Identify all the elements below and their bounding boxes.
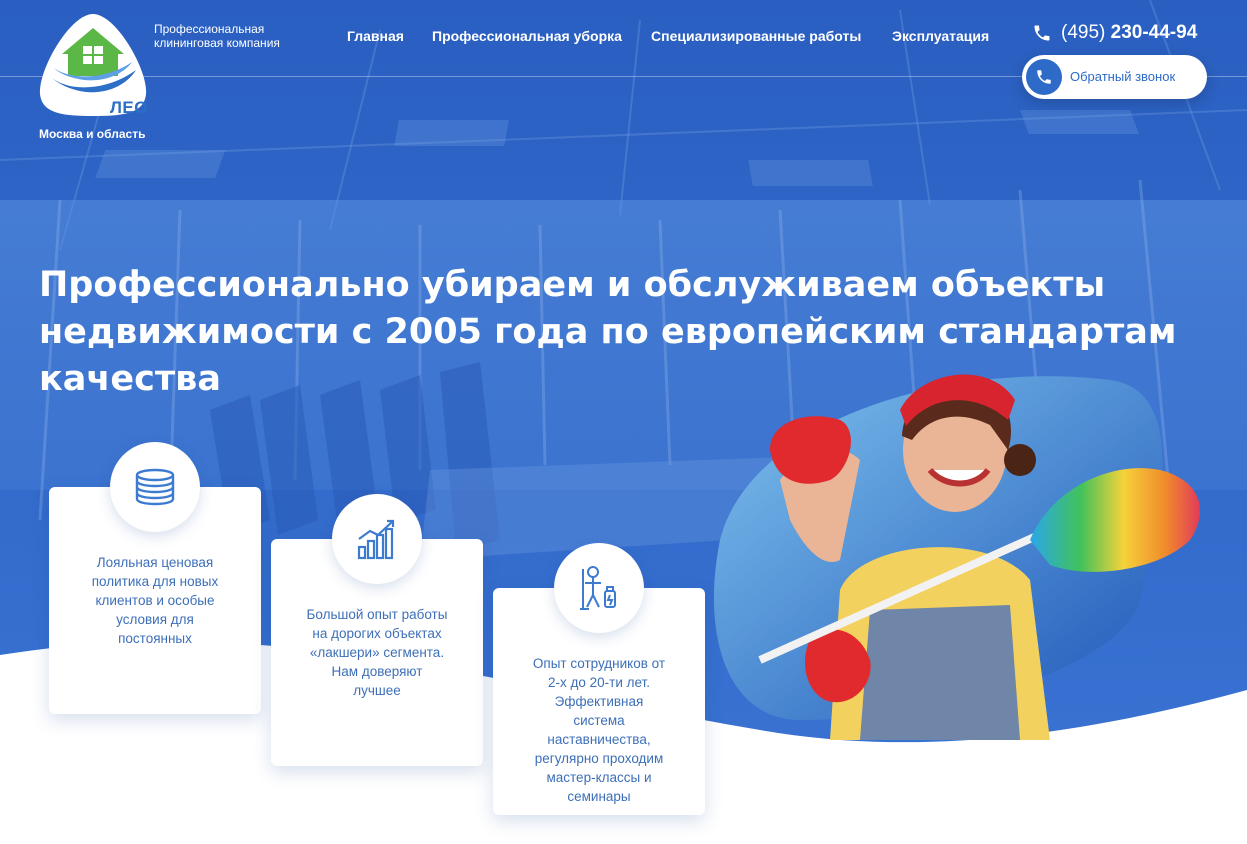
nav-item-specialized-works[interactable]: Специализированные работы xyxy=(651,28,861,44)
feature-card-text: Опыт сотрудников от 2-х до 20-ти лет. Эф… xyxy=(509,654,689,806)
feature-line: клиентов и особые xyxy=(95,593,215,608)
feature-line: условия для xyxy=(116,612,194,627)
headline-bold: Профессионально убираем и обслуживаем xyxy=(39,265,919,305)
company-tagline: Профессиональная клининговая компания xyxy=(154,22,324,50)
callback-phone-icon xyxy=(1026,59,1062,95)
feature-line: Эффективная xyxy=(554,694,644,709)
feature-card-text: Лояльная ценовая политика для новых клие… xyxy=(65,553,245,648)
nav-item-professional-cleaning[interactable]: Профессиональная уборка xyxy=(432,28,622,44)
feature-line: Опыт сотрудников от xyxy=(532,656,666,671)
growth-chart-icon xyxy=(357,519,395,560)
feature-line: политика для новых xyxy=(91,574,219,589)
phone-code: (495) xyxy=(1061,22,1106,43)
region-label: Москва и область xyxy=(39,127,146,141)
feature-line: на дорогих объектах xyxy=(312,626,442,641)
cleaner-icon xyxy=(580,566,616,610)
callback-button[interactable]: Обратный звонок xyxy=(1022,55,1207,99)
feature-line: семинары xyxy=(567,789,631,804)
feature-line: лучшее xyxy=(353,683,401,698)
phone-number: 230-44-94 xyxy=(1110,22,1198,43)
logo-name: ЛЕО xyxy=(110,98,148,117)
nav-item-home[interactable]: Главная xyxy=(347,28,404,44)
feature-icon-circle xyxy=(110,442,200,532)
feature-line: наставничества, xyxy=(547,732,651,747)
feature-line: регулярно проходим xyxy=(534,751,664,766)
feature-line: 2-х до 20-ти лет. xyxy=(547,675,650,690)
feature-card-text: Большой опыт работы на дорогих объектах … xyxy=(287,605,467,700)
feature-line: постоянных xyxy=(118,631,192,646)
callback-label: Обратный звонок xyxy=(1070,69,1176,84)
tagline-line: Профессиональная xyxy=(154,22,265,36)
feature-line: Лояльная ценовая xyxy=(96,555,214,570)
feature-line: Нам доверяют xyxy=(331,664,423,679)
tagline-line: клининговая компания xyxy=(154,36,280,50)
feature-line: «лакшери» сегмента. xyxy=(309,645,445,660)
cleaning-woman-photo xyxy=(713,374,1200,740)
feature-icon-circle xyxy=(332,494,422,584)
feature-line: мастер-классы и xyxy=(546,770,652,785)
company-logo[interactable]: ЛЕО xyxy=(36,10,150,118)
phone-contact[interactable]: (495) 230-44-94 xyxy=(1032,20,1197,46)
phone-icon xyxy=(1034,25,1050,41)
nav-item-maintenance[interactable]: Эксплуатация xyxy=(892,28,989,44)
coins-icon xyxy=(135,468,175,506)
feature-icon-circle xyxy=(554,543,644,633)
feature-line: система xyxy=(573,713,625,728)
feature-line: Большой опыт работы xyxy=(306,607,448,622)
hero-section: ЛЕО Москва и область Профессиональная кл… xyxy=(0,0,1247,844)
headline-rest: объекты xyxy=(930,265,1106,305)
